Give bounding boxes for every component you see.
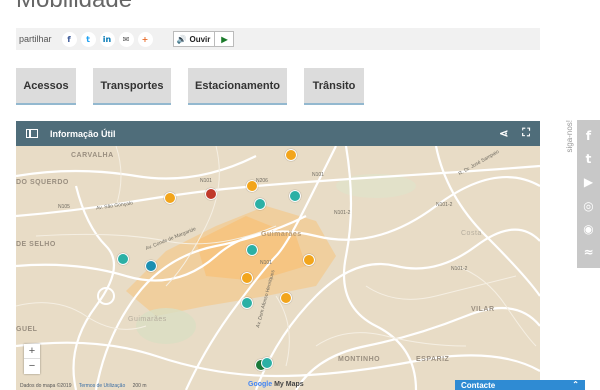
- linkedin-icon[interactable]: in: [99, 31, 115, 47]
- listen-button[interactable]: 🔊 Ouvir: [174, 32, 216, 46]
- bus-stop-marker[interactable]: [280, 292, 292, 304]
- zoom-control: + −: [24, 344, 40, 374]
- train-marker[interactable]: [246, 244, 258, 256]
- listen-label: Ouvir: [189, 34, 211, 44]
- youtube-icon[interactable]: ▶: [584, 175, 593, 189]
- place-label: CARVALHA: [71, 152, 114, 159]
- speaker-icon: 🔊: [176, 34, 187, 44]
- map-canvas[interactable]: CARVALHA DO SQUERDO DE SELHO GUEL VILAR …: [16, 146, 540, 390]
- train-marker[interactable]: [117, 253, 129, 265]
- train-marker[interactable]: [241, 297, 253, 309]
- road-label: N101-2: [334, 210, 351, 216]
- map-title: Informação Útil: [50, 128, 116, 139]
- place-label: GUEL: [16, 326, 38, 333]
- rss-icon[interactable]: ≈: [583, 245, 593, 259]
- road-label: N101: [312, 172, 324, 178]
- road-label: N101: [200, 178, 212, 184]
- social-rail: f t ▶ ◎ ◉ ≈: [577, 120, 600, 268]
- instagram-icon[interactable]: ◎: [583, 199, 593, 213]
- train-marker[interactable]: [254, 198, 266, 210]
- tab-bar: Acessos Transportes Estacionamento Trâns…: [16, 68, 381, 105]
- place-label: ESPARIZ: [416, 356, 450, 363]
- bus-stop-marker[interactable]: [246, 180, 258, 192]
- terms-link[interactable]: Termos de Utilização: [79, 383, 125, 389]
- scale-label: 200 m: [132, 383, 147, 389]
- parking-marker[interactable]: [145, 260, 157, 272]
- fullscreen-icon[interactable]: ⛶: [522, 127, 530, 140]
- chevron-up-icon: ⌃: [572, 380, 579, 389]
- place-label: MONTINHO: [338, 356, 381, 363]
- more-share-icon[interactable]: +: [137, 31, 153, 47]
- tab-estacionamento[interactable]: Estacionamento: [188, 68, 287, 105]
- place-label: DE SELHO: [16, 241, 56, 248]
- share-bar: partilhar f t in ✉ + 🔊 Ouvir ▶: [16, 28, 540, 50]
- tab-transportes[interactable]: Transportes: [93, 68, 171, 105]
- contact-bar[interactable]: Contacte ⌃: [455, 380, 585, 390]
- map-header: Informação Útil ⋖ ⛶: [16, 121, 540, 146]
- facebook-icon[interactable]: f: [586, 129, 591, 143]
- bus-stop-marker[interactable]: [164, 192, 176, 204]
- page-title: Mobilidade: [16, 0, 132, 14]
- place-label: DO SQUERDO: [16, 179, 69, 186]
- listen-widget[interactable]: 🔊 Ouvir ▶: [172, 31, 235, 47]
- place-label: VILAR: [471, 306, 495, 313]
- train-marker[interactable]: [289, 190, 301, 202]
- road-label: N101-2: [436, 202, 453, 208]
- map-attribution: Dados do mapa ©2019 Termos de Utilização…: [20, 383, 153, 389]
- share-map-icon[interactable]: ⋖: [499, 127, 508, 140]
- sidebar-toggle-icon[interactable]: [26, 129, 38, 138]
- twitter-icon[interactable]: t: [586, 152, 592, 166]
- tab-acessos[interactable]: Acessos: [16, 68, 76, 105]
- foursquare-icon[interactable]: ◉: [583, 222, 593, 236]
- train-marker[interactable]: [261, 357, 273, 369]
- contact-label: Contacte: [461, 381, 496, 390]
- place-label: Guimarães: [261, 231, 302, 238]
- email-icon[interactable]: ✉: [118, 31, 134, 47]
- twitter-icon[interactable]: t: [80, 31, 96, 47]
- zoom-out-button[interactable]: −: [24, 359, 40, 374]
- place-label: Guimarães: [128, 316, 167, 323]
- follow-us-label: siga-nos!: [565, 120, 574, 153]
- share-label: partilhar: [19, 34, 52, 44]
- road-label: N101: [260, 260, 272, 266]
- bus-stop-marker[interactable]: [303, 254, 315, 266]
- play-icon[interactable]: ▶: [215, 35, 233, 44]
- info-marker[interactable]: [205, 188, 217, 200]
- google-mymaps-logo: Google My Maps: [248, 381, 304, 388]
- road-label: N101-2: [451, 266, 468, 272]
- place-label: Costa: [461, 230, 482, 237]
- bus-stop-marker[interactable]: [241, 272, 253, 284]
- road-label: N206: [256, 178, 268, 184]
- bus-stop-marker[interactable]: [285, 149, 297, 161]
- facebook-icon[interactable]: f: [61, 31, 77, 47]
- tab-transito[interactable]: Trânsito: [304, 68, 364, 105]
- map-embed[interactable]: Informação Útil ⋖ ⛶ CARVALHA DO SQUERDO …: [16, 121, 540, 390]
- zoom-in-button[interactable]: +: [24, 344, 40, 359]
- map-data-credit: Dados do mapa ©2019: [20, 383, 72, 389]
- road-label: N105: [58, 204, 70, 210]
